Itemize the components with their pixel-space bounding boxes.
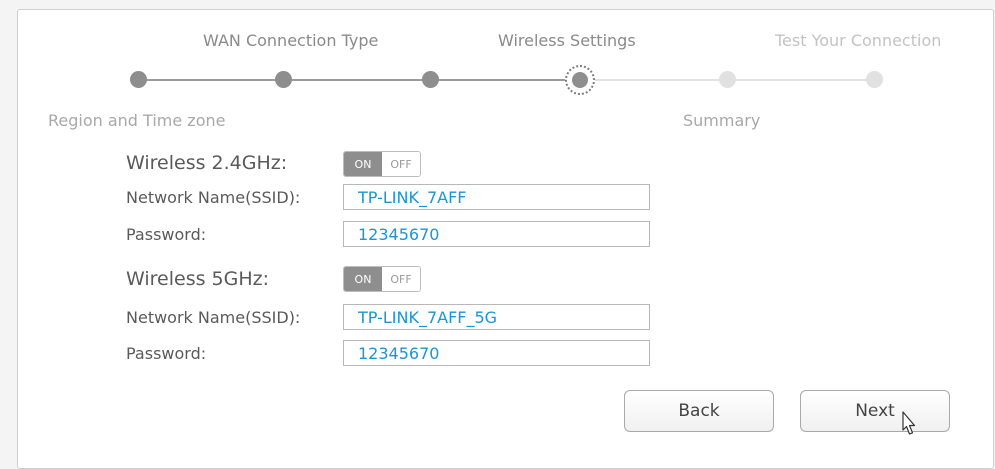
progress-track-done	[138, 79, 578, 81]
wireless-24-toggle-off[interactable]: OFF	[382, 152, 420, 176]
mouse-pointer-icon	[902, 411, 916, 435]
step-label-wan-connection-type: WAN Connection Type	[203, 31, 379, 50]
next-button[interactable]: Next	[800, 390, 950, 432]
step-dot-region-2	[422, 71, 439, 88]
wireless-24-ssid-label: Network Name(SSID):	[126, 188, 301, 207]
step-dot-summary	[719, 71, 736, 88]
step-label-region-time-zone: Region and Time zone	[48, 111, 226, 130]
wireless-24-title: Wireless 2.4GHz:	[126, 152, 288, 174]
wireless-5-title: Wireless 5GHz:	[126, 268, 270, 290]
wireless-5-toggle-on[interactable]: ON	[344, 267, 382, 291]
wireless-24-toggle-on[interactable]: ON	[344, 152, 382, 176]
wireless-24-password-input[interactable]	[343, 221, 650, 247]
step-label-test-your-connection: Test Your Connection	[775, 31, 942, 50]
back-button[interactable]: Back	[624, 390, 774, 432]
step-dot-test-your-connection	[866, 71, 883, 88]
wireless-5-toggle[interactable]: ON OFF	[343, 266, 421, 292]
step-label-wireless-settings: Wireless Settings	[498, 31, 636, 50]
step-label-summary: Summary	[683, 111, 761, 130]
wireless-24-password-label: Password:	[126, 225, 207, 244]
wireless-5-password-label: Password:	[126, 344, 207, 363]
wireless-5-toggle-off[interactable]: OFF	[382, 267, 420, 291]
wireless-24-toggle[interactable]: ON OFF	[343, 151, 421, 177]
wireless-5-ssid-label: Network Name(SSID):	[126, 308, 301, 327]
step-dot-wan-connection-type	[275, 71, 292, 88]
wireless-5-password-input[interactable]	[343, 340, 650, 366]
step-dot-wireless-settings-current	[565, 65, 595, 95]
step-dot-region-time-zone	[130, 71, 147, 88]
wireless-5-ssid-input[interactable]	[343, 304, 650, 330]
wireless-24-ssid-input[interactable]	[343, 184, 650, 210]
